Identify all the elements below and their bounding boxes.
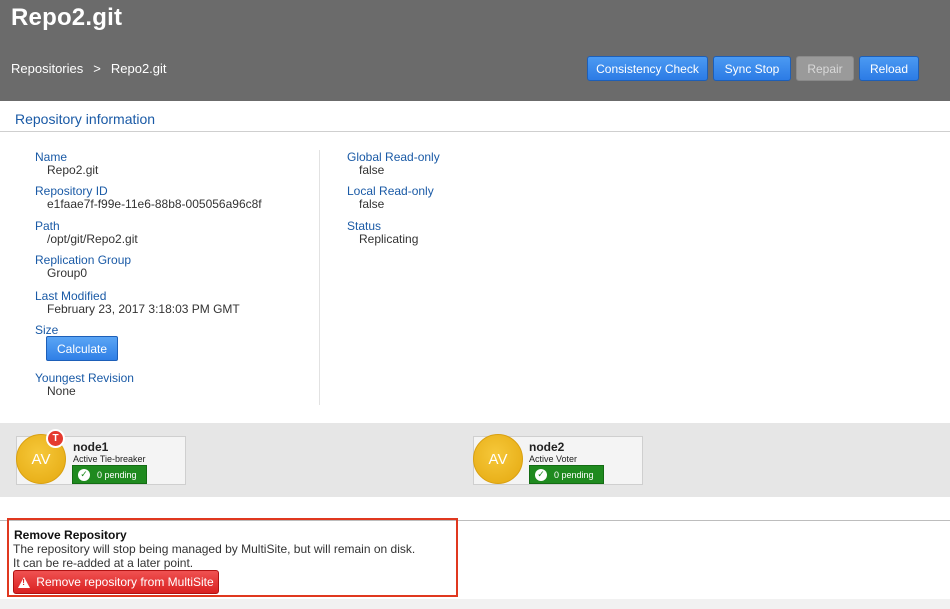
node1-name: node1 <box>73 440 109 454</box>
node1-pending-text: 0 pending <box>97 469 137 480</box>
breadcrumb-current: Repo2.git <box>110 61 167 76</box>
repository-id-label: Repository ID <box>35 184 108 198</box>
breadcrumb-separator: > <box>93 61 101 76</box>
consistency-check-button[interactable]: Consistency Check <box>587 56 708 81</box>
replication-group-label: Replication Group <box>35 253 132 267</box>
node1-role: Active Tie-breaker <box>73 454 146 464</box>
page-header: Repo2.git Repositories > Repo2.git Consist… <box>0 0 950 101</box>
node1-pending-badge[interactable]: ✓ 0 pending <box>72 465 147 484</box>
footer-band <box>0 599 950 609</box>
status-value: Replicating <box>359 232 419 246</box>
youngest-revision-label: Youngest Revision <box>35 371 134 385</box>
size-label: Size <box>35 323 59 337</box>
check-icon: ✓ <box>78 468 90 481</box>
node2-pending-badge[interactable]: ✓ 0 pending <box>529 465 604 484</box>
column-divider <box>319 150 320 405</box>
replication-group-value: Group0 <box>47 266 88 280</box>
tie-breaker-badge: T <box>46 429 65 448</box>
remove-repository-button-label: Remove repository from MultiSite <box>36 575 214 589</box>
section-divider <box>0 131 950 132</box>
breadcrumb: Repositories > Repo2.git <box>11 61 167 76</box>
remove-repository-button[interactable]: Remove repository from MultiSite <box>13 570 219 594</box>
local-read-only-value: false <box>359 197 385 211</box>
name-label: Name <box>35 150 68 164</box>
name-value: Repo2.git <box>47 163 99 177</box>
status-label: Status <box>347 219 382 233</box>
calculate-button[interactable]: Calculate <box>46 336 118 361</box>
repair-button[interactable]: Repair <box>796 56 854 81</box>
section-title: Repository information <box>15 111 156 127</box>
node2-pending-text: 0 pending <box>554 469 594 480</box>
check-icon: ✓ <box>535 468 547 481</box>
page-title: Repo2.git <box>11 4 123 31</box>
remove-repository-title: Remove Repository <box>14 528 127 542</box>
path-label: Path <box>35 219 60 233</box>
node2-avatar[interactable]: AV <box>473 434 523 484</box>
path-value: /opt/git/Repo2.git <box>47 232 138 246</box>
remove-repository-note: It can be re-added at a later point. <box>13 556 194 570</box>
warning-icon <box>18 576 31 588</box>
youngest-revision-value: None <box>47 384 76 398</box>
node2-name: node2 <box>529 440 565 454</box>
last-modified-value: February 23, 2017 3:18:03 PM GMT <box>47 302 240 316</box>
repository-id-value: e1faae7f-f99e-11e6-88b8-005056a96c8f <box>47 197 262 211</box>
remove-repository-description: The repository will stop being managed b… <box>13 542 416 556</box>
local-read-only-label: Local Read-only <box>347 184 434 198</box>
node2-role: Active Voter <box>529 454 578 464</box>
last-modified-label: Last Modified <box>35 289 107 303</box>
breadcrumb-repositories[interactable]: Repositories <box>11 61 83 76</box>
global-read-only-value: false <box>359 163 385 177</box>
sync-stop-button[interactable]: Sync Stop <box>713 56 791 81</box>
global-read-only-label: Global Read-only <box>347 150 440 164</box>
reload-button[interactable]: Reload <box>859 56 919 81</box>
